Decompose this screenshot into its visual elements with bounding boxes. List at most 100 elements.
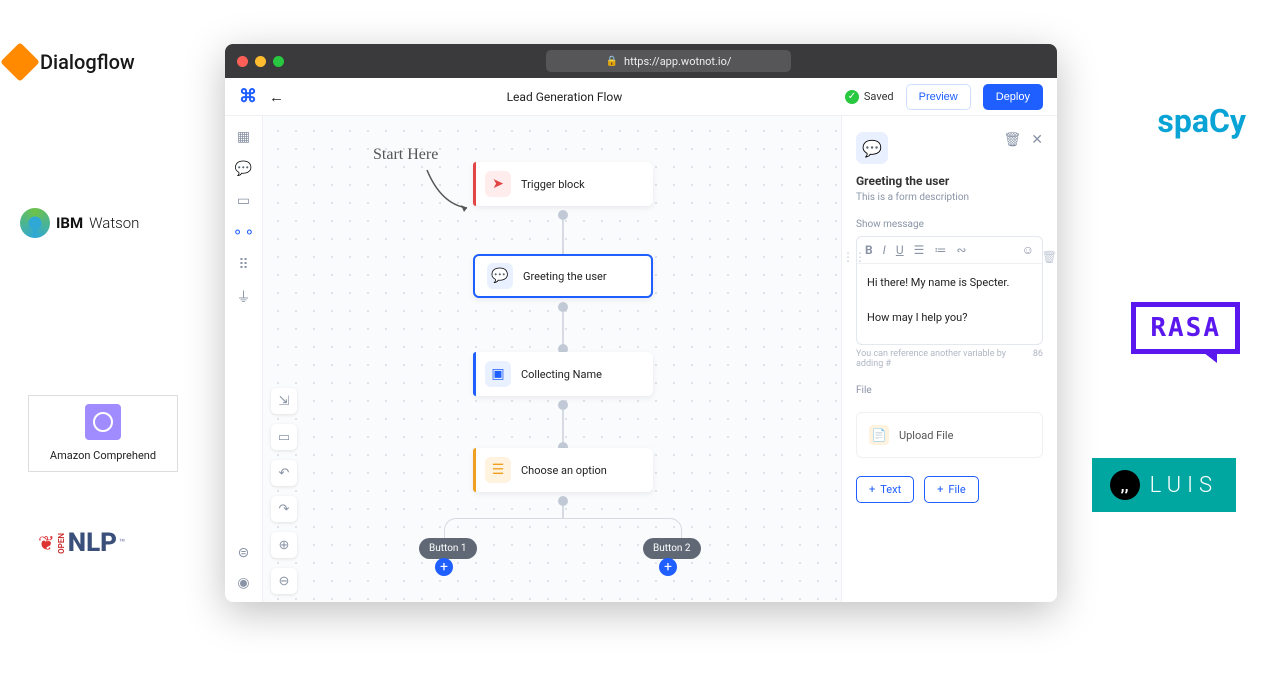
add-node-button[interactable]: + [659, 558, 677, 576]
nav-chat-icon[interactable]: 💬 [235, 160, 253, 178]
nav-profile-icon[interactable]: ◉ [235, 574, 253, 592]
dialogflow-label: Dialogflow [40, 50, 135, 74]
variable-hint: You can reference another variable by ad… [856, 349, 1033, 369]
close-window-icon[interactable] [237, 56, 248, 67]
bullet-list-button[interactable]: ☰ [914, 243, 925, 257]
block-choose-option[interactable]: ☰ Choose an option [473, 448, 653, 492]
tool-redo-icon[interactable]: ↷ [271, 496, 297, 522]
canvas-wrap: Start Here ➤ Trigger block 💬 Greeting th… [263, 116, 1057, 602]
connector-dot[interactable] [558, 302, 568, 312]
nav-book-icon[interactable]: ▭ [235, 192, 253, 210]
show-message-label: Show message [856, 219, 1043, 230]
block-label: Greeting the user [523, 270, 607, 283]
left-nav-rail: ▦ 💬 ▭ ⚬⚬ ⠿ ⏚ ⊜ ◉ [225, 116, 263, 602]
saved-status: ✓ Saved [845, 90, 894, 104]
branch-button-2[interactable]: Button 2 [643, 538, 701, 559]
list-icon: ☰ [485, 457, 511, 483]
connector-line [562, 312, 564, 346]
block-trigger[interactable]: ➤ Trigger block [473, 162, 653, 206]
logo-luis: ,, LUIS [1092, 458, 1236, 512]
delete-block-button[interactable]: 🗑 [1003, 132, 1021, 148]
comprehend-label: Amazon Comprehend [50, 449, 156, 462]
connector-dot[interactable] [558, 210, 568, 220]
cursor-icon: ➤ [485, 171, 511, 197]
deploy-button[interactable]: Deploy [983, 84, 1043, 110]
tool-collapse-icon[interactable]: ⇲ [271, 388, 297, 414]
block-greeting[interactable]: 💬 Greeting the user [473, 254, 653, 298]
nav-help-icon[interactable]: ⊜ [235, 544, 253, 562]
connector-dot[interactable] [558, 400, 568, 410]
bold-button[interactable]: B [865, 243, 873, 257]
panel-chat-icon: 💬 [856, 132, 888, 164]
message-line-1: Hi there! My name is Specter. [867, 274, 1032, 292]
upload-file-card[interactable]: 📄 Upload File [856, 412, 1043, 458]
side-panel: 💬 🗑 ✕ Greeting the user This is a form d… [841, 116, 1057, 602]
back-button[interactable]: ← [269, 88, 284, 106]
maximize-window-icon[interactable] [273, 56, 284, 67]
link-button[interactable]: ∾ [956, 243, 966, 257]
block-label: Choose an option [521, 464, 607, 477]
nav-contacts-icon[interactable]: ⠿ [235, 256, 253, 274]
logo-amazon-comprehend: Amazon Comprehend [28, 395, 178, 472]
add-node-button[interactable]: + [435, 558, 453, 576]
preview-button[interactable]: Preview [906, 84, 971, 110]
file-section-label: File [856, 385, 1043, 396]
minimize-window-icon[interactable] [255, 56, 266, 67]
message-body[interactable]: Hi there! My name is Specter. How may I … [857, 264, 1042, 344]
drag-handle-icon[interactable]: ⋮⋮ [842, 250, 866, 264]
canvas-tool-rail: ⇲ ▭ ↶ ↷ ⊕ ⊖ ◷ [271, 388, 297, 602]
logo-ibm-watson: IBM Watson [20, 208, 139, 238]
italic-button[interactable]: I [883, 243, 886, 257]
nav-flows-icon[interactable]: ⚬⚬ [235, 224, 253, 242]
browser-window: 🔒 https://app.wotnot.io/ ⌘ ← Lead Genera… [225, 44, 1057, 602]
wotnot-logo-icon[interactable]: ⌘ [239, 86, 257, 107]
branch-button-1[interactable]: Button 1 [419, 538, 477, 559]
nav-plug-icon[interactable]: ⏚ [235, 288, 253, 306]
comprehend-icon [85, 404, 121, 440]
browser-url-bar[interactable]: 🔒 https://app.wotnot.io/ [546, 50, 792, 72]
delete-message-button[interactable]: 🗑 [1042, 250, 1057, 264]
traffic-lights[interactable] [237, 56, 284, 67]
flow-title: Lead Generation Flow [296, 90, 833, 104]
feather-icon: ❦ [38, 531, 55, 555]
tool-undo-icon[interactable]: ↶ [271, 460, 297, 486]
numbered-list-button[interactable]: ≔ [934, 243, 946, 257]
chat-icon: 💬 [487, 263, 513, 289]
editor-toolbar: B I U ☰ ≔ ∾ ☺ [857, 237, 1042, 264]
message-editor[interactable]: B I U ☰ ≔ ∾ ☺ Hi there! My name is Spect… [856, 236, 1043, 345]
app-header: ⌘ ← Lead Generation Flow ✓ Saved Preview… [225, 78, 1057, 116]
luis-icon: ,, [1110, 470, 1140, 500]
browser-titlebar: 🔒 https://app.wotnot.io/ [225, 44, 1057, 78]
connector-line [562, 220, 564, 254]
form-icon: ▣ [485, 361, 511, 387]
add-text-label: Text [880, 483, 901, 496]
logo-opennlp: ❦ OPEN NLP ™ [38, 528, 125, 558]
char-count: 86 [1033, 349, 1043, 369]
emoji-button[interactable]: ☺ [1022, 243, 1034, 257]
tool-map-icon[interactable]: ▭ [271, 424, 297, 450]
add-text-button[interactable]: + Text [856, 476, 914, 503]
tool-zoom-in-icon[interactable]: ⊕ [271, 532, 297, 558]
lock-icon: 🔒 [606, 56, 618, 67]
logo-rasa: RASA [1131, 302, 1240, 354]
app-body: ▦ 💬 ▭ ⚬⚬ ⠿ ⏚ ⊜ ◉ Start Here ➤ Trigger bl… [225, 116, 1057, 602]
connector-dot[interactable] [558, 496, 568, 506]
nav-dashboard-icon[interactable]: ▦ [235, 128, 253, 146]
tm-mark: ™ [119, 538, 125, 549]
arrow-icon [421, 164, 481, 214]
message-line-2: How may I help you? [867, 309, 1032, 327]
underline-button[interactable]: U [896, 243, 904, 257]
logo-dialogflow: Dialogflow [6, 48, 135, 76]
opennlp-open: OPEN [57, 533, 66, 554]
check-icon: ✓ [845, 90, 859, 104]
watson-text: Watson [89, 214, 139, 232]
tool-zoom-out-icon[interactable]: ⊖ [271, 568, 297, 594]
close-panel-button[interactable]: ✕ [1031, 132, 1043, 148]
connector-line [562, 410, 564, 444]
rasa-text: RASA [1150, 313, 1221, 343]
watson-icon [20, 208, 50, 238]
add-file-button[interactable]: + File [924, 476, 979, 503]
block-label: Collecting Name [521, 368, 602, 381]
flow-canvas[interactable]: Start Here ➤ Trigger block 💬 Greeting th… [263, 116, 841, 602]
block-collecting-name[interactable]: ▣ Collecting Name [473, 352, 653, 396]
